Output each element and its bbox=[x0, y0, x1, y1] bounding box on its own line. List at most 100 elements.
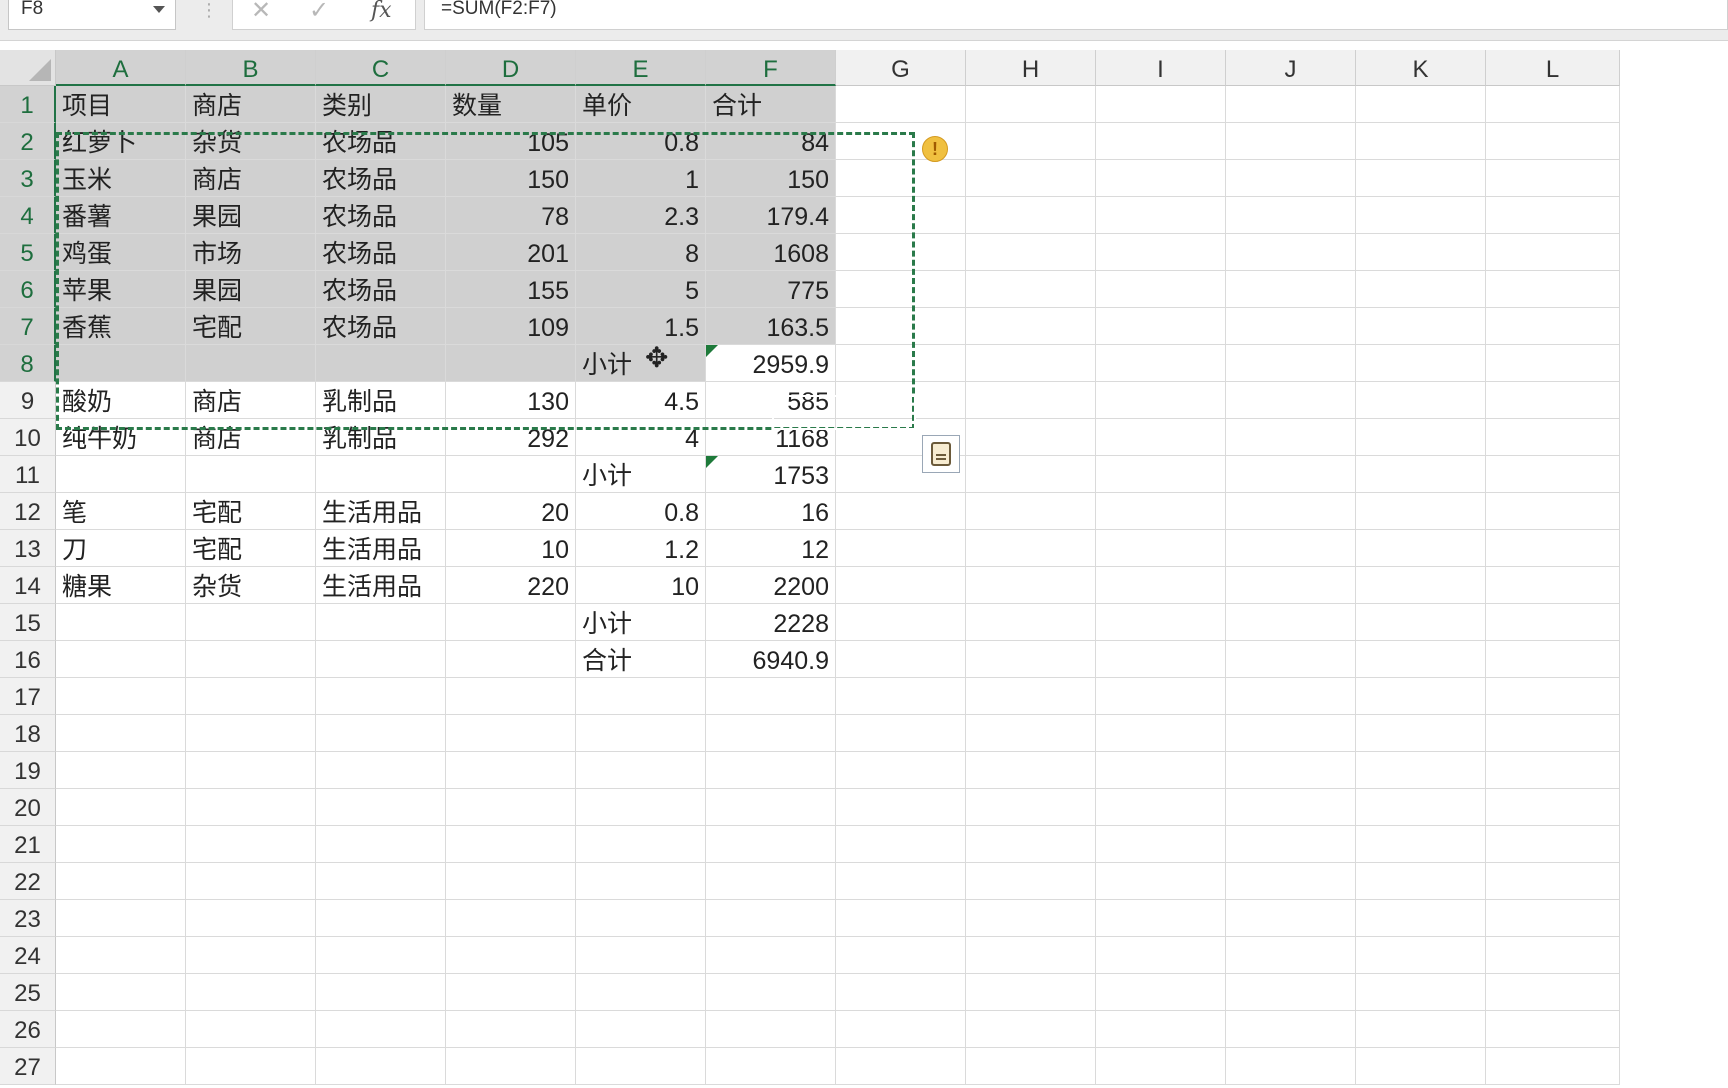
cell-j20[interactable] bbox=[1226, 789, 1356, 826]
row-header-19[interactable]: 19 bbox=[0, 752, 56, 789]
cell-e16[interactable]: 合计 bbox=[576, 641, 706, 678]
cell-c7[interactable]: 农场品 bbox=[316, 308, 446, 345]
cell-l24[interactable] bbox=[1486, 937, 1620, 974]
cell-h2[interactable] bbox=[966, 123, 1096, 160]
cell-f20[interactable] bbox=[706, 789, 836, 826]
cell-h14[interactable] bbox=[966, 567, 1096, 604]
cell-j15[interactable] bbox=[1226, 604, 1356, 641]
cell-f16[interactable]: 6940.9 bbox=[706, 641, 836, 678]
cell-b26[interactable] bbox=[186, 1011, 316, 1048]
cell-i18[interactable] bbox=[1096, 715, 1226, 752]
cell-b15[interactable] bbox=[186, 604, 316, 641]
cell-j27[interactable] bbox=[1226, 1048, 1356, 1085]
cell-a23[interactable] bbox=[56, 900, 186, 937]
cell-a18[interactable] bbox=[56, 715, 186, 752]
cell-h8[interactable] bbox=[966, 345, 1096, 382]
formula-input[interactable]: =SUM(F2:F7) bbox=[424, 0, 1728, 30]
cell-k6[interactable] bbox=[1356, 271, 1486, 308]
cell-e19[interactable] bbox=[576, 752, 706, 789]
cell-f17[interactable] bbox=[706, 678, 836, 715]
cell-j3[interactable] bbox=[1226, 160, 1356, 197]
row-header-20[interactable]: 20 bbox=[0, 789, 56, 826]
chevron-down-icon[interactable] bbox=[153, 6, 165, 13]
cell-a13[interactable]: 刀 bbox=[56, 530, 186, 567]
cell-f2[interactable]: 84 bbox=[706, 123, 836, 160]
cell-a20[interactable] bbox=[56, 789, 186, 826]
cell-f15[interactable]: 2228 bbox=[706, 604, 836, 641]
cell-f18[interactable] bbox=[706, 715, 836, 752]
cell-h19[interactable] bbox=[966, 752, 1096, 789]
cell-c19[interactable] bbox=[316, 752, 446, 789]
cell-f3[interactable]: 150 bbox=[706, 160, 836, 197]
cell-a22[interactable] bbox=[56, 863, 186, 900]
cell-c16[interactable] bbox=[316, 641, 446, 678]
cell-c5[interactable]: 农场品 bbox=[316, 234, 446, 271]
cell-i14[interactable] bbox=[1096, 567, 1226, 604]
cell-k25[interactable] bbox=[1356, 974, 1486, 1011]
warning-icon[interactable]: ! bbox=[922, 136, 948, 162]
cell-c21[interactable] bbox=[316, 826, 446, 863]
cell-l10[interactable] bbox=[1486, 419, 1620, 456]
cell-f26[interactable] bbox=[706, 1011, 836, 1048]
cell-j23[interactable] bbox=[1226, 900, 1356, 937]
cell-k5[interactable] bbox=[1356, 234, 1486, 271]
cell-d7[interactable]: 109 bbox=[446, 308, 576, 345]
cell-a11[interactable] bbox=[56, 456, 186, 493]
cell-d24[interactable] bbox=[446, 937, 576, 974]
cell-k20[interactable] bbox=[1356, 789, 1486, 826]
cell-k21[interactable] bbox=[1356, 826, 1486, 863]
cell-b6[interactable]: 果园 bbox=[186, 271, 316, 308]
cell-e2[interactable]: 0.8 bbox=[576, 123, 706, 160]
cell-f1[interactable]: 合计 bbox=[706, 86, 836, 123]
cell-h25[interactable] bbox=[966, 974, 1096, 1011]
cell-d26[interactable] bbox=[446, 1011, 576, 1048]
cell-k23[interactable] bbox=[1356, 900, 1486, 937]
cell-i7[interactable] bbox=[1096, 308, 1226, 345]
cell-i25[interactable] bbox=[1096, 974, 1226, 1011]
cell-b25[interactable] bbox=[186, 974, 316, 1011]
cell-e12[interactable]: 0.8 bbox=[576, 493, 706, 530]
cell-j5[interactable] bbox=[1226, 234, 1356, 271]
cell-l5[interactable] bbox=[1486, 234, 1620, 271]
cell-a7[interactable]: 香蕉 bbox=[56, 308, 186, 345]
cell-g13[interactable] bbox=[836, 530, 966, 567]
cell-c8[interactable] bbox=[316, 345, 446, 382]
cell-i2[interactable] bbox=[1096, 123, 1226, 160]
row-header-11[interactable]: 11 bbox=[0, 456, 56, 493]
row-header-8[interactable]: 8 bbox=[0, 345, 56, 382]
cell-g15[interactable] bbox=[836, 604, 966, 641]
cell-h22[interactable] bbox=[966, 863, 1096, 900]
column-header-a[interactable]: A bbox=[56, 50, 186, 86]
cell-k3[interactable] bbox=[1356, 160, 1486, 197]
cell-g22[interactable] bbox=[836, 863, 966, 900]
cell-d17[interactable] bbox=[446, 678, 576, 715]
cell-d23[interactable] bbox=[446, 900, 576, 937]
name-box[interactable]: F8 bbox=[8, 0, 176, 30]
cell-j6[interactable] bbox=[1226, 271, 1356, 308]
cell-a17[interactable] bbox=[56, 678, 186, 715]
cell-b14[interactable]: 杂货 bbox=[186, 567, 316, 604]
cell-i16[interactable] bbox=[1096, 641, 1226, 678]
cell-c12[interactable]: 生活用品 bbox=[316, 493, 446, 530]
column-header-j[interactable]: J bbox=[1226, 50, 1356, 86]
cell-g6[interactable] bbox=[836, 271, 966, 308]
enter-icon[interactable]: ✓ bbox=[309, 0, 329, 25]
cell-b16[interactable] bbox=[186, 641, 316, 678]
cell-f23[interactable] bbox=[706, 900, 836, 937]
row-header-21[interactable]: 21 bbox=[0, 826, 56, 863]
cell-g19[interactable] bbox=[836, 752, 966, 789]
cell-g7[interactable] bbox=[836, 308, 966, 345]
cell-h6[interactable] bbox=[966, 271, 1096, 308]
cell-i3[interactable] bbox=[1096, 160, 1226, 197]
cell-i17[interactable] bbox=[1096, 678, 1226, 715]
cell-d25[interactable] bbox=[446, 974, 576, 1011]
cell-f27[interactable] bbox=[706, 1048, 836, 1085]
cell-h1[interactable] bbox=[966, 86, 1096, 123]
cell-h15[interactable] bbox=[966, 604, 1096, 641]
column-header-b[interactable]: B bbox=[186, 50, 316, 86]
cell-k17[interactable] bbox=[1356, 678, 1486, 715]
cell-e1[interactable]: 单价 bbox=[576, 86, 706, 123]
cell-d1[interactable]: 数量 bbox=[446, 86, 576, 123]
cell-j10[interactable] bbox=[1226, 419, 1356, 456]
cell-a15[interactable] bbox=[56, 604, 186, 641]
